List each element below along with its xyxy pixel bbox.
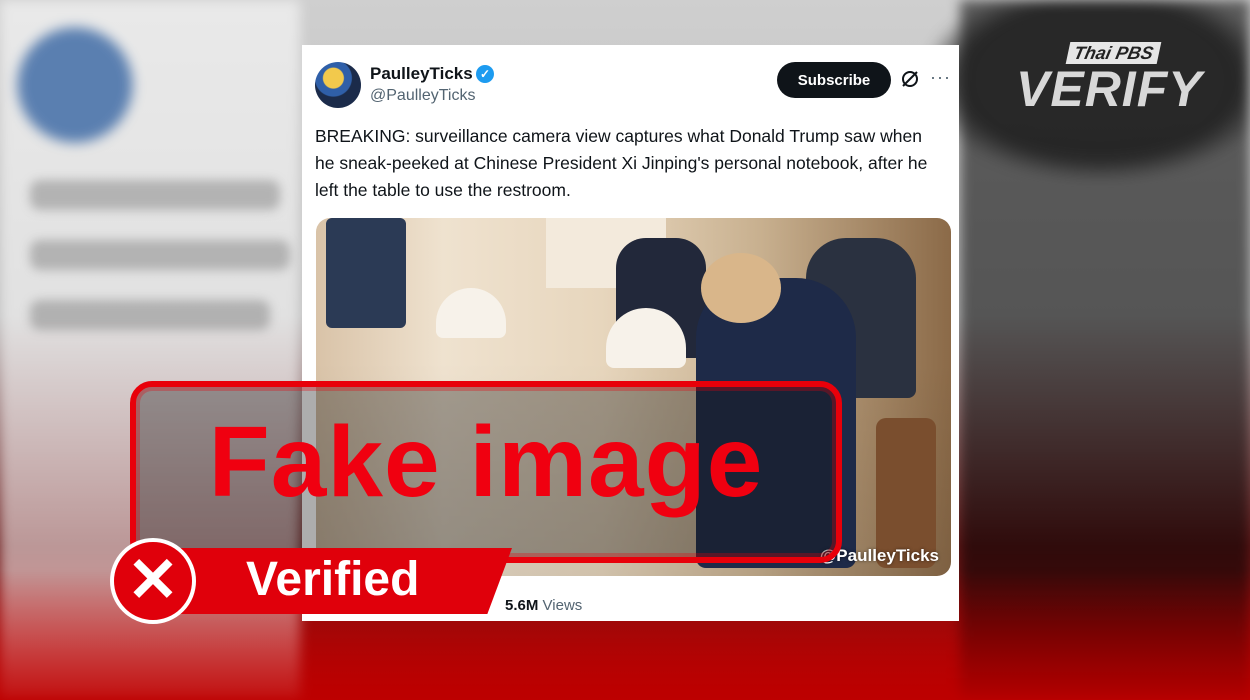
fake-image-stamp: Fake image (130, 381, 842, 563)
blurred-text-line (30, 180, 280, 210)
verified-label: Verified (246, 553, 420, 606)
tureen (436, 288, 506, 338)
user-handle[interactable]: @PaulleyTicks (370, 87, 475, 105)
grok-icon[interactable] (900, 69, 920, 89)
more-options-icon[interactable]: ··· (930, 67, 951, 88)
views-number: 5.6M (505, 597, 539, 614)
tweet-text: BREAKING: surveillance camera view captu… (315, 126, 928, 200)
thai-pbs-verify-logo: Thai PBS VERIFY (1016, 42, 1202, 117)
blurred-text-line (30, 240, 290, 270)
avatar[interactable] (315, 62, 361, 108)
stamp-text: Fake image (208, 406, 764, 518)
logo-main-text: VERIFY (1016, 61, 1203, 117)
subscribe-button[interactable]: Subscribe (777, 62, 891, 98)
views-count[interactable]: 5.6M Views (505, 597, 582, 614)
head (701, 253, 781, 323)
person-left-silhouette (326, 218, 406, 328)
verified-badge-icon: ✓ (476, 65, 494, 83)
blurred-text-line (30, 300, 270, 330)
views-label: Views (542, 597, 583, 614)
x-mark-icon: ✕ (110, 538, 196, 624)
display-name[interactable]: PaulleyTicks (370, 64, 473, 84)
